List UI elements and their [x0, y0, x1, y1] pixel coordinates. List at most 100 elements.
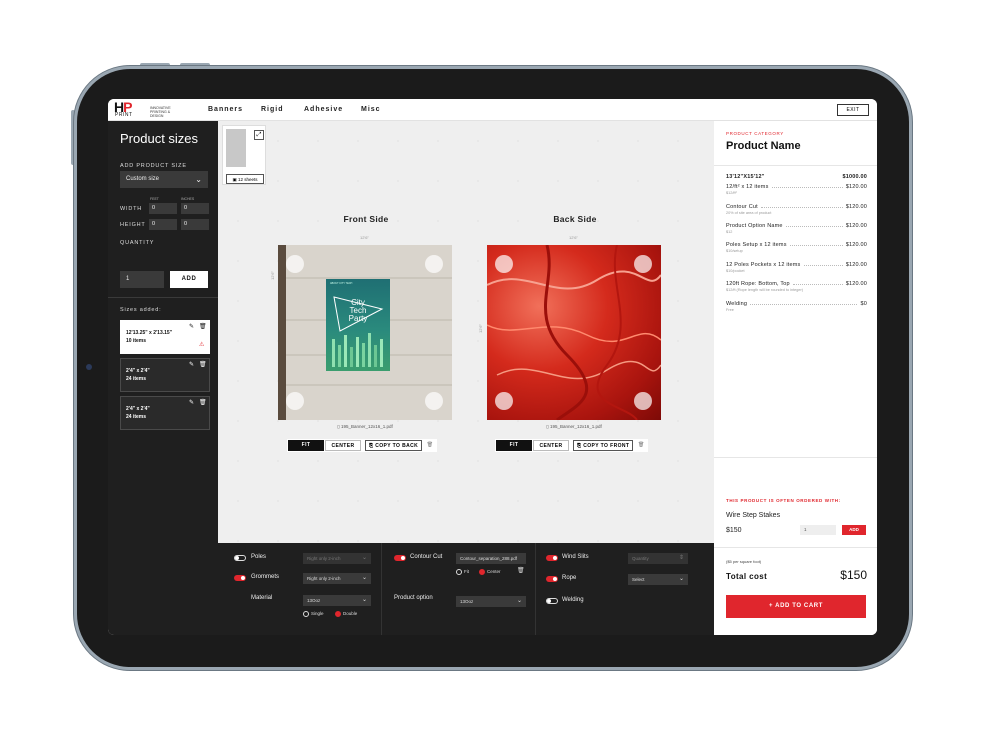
trash-icon[interactable]: 🗑 [199, 323, 207, 330]
rope-select[interactable]: Select ⌄ [628, 574, 688, 585]
sizes-added-label: Sizes added: [120, 307, 162, 313]
line-note: $12/ft (Rope length will be rounded to i… [726, 288, 804, 292]
wind-slits-quantity[interactable]: Quantity ⇕ [628, 553, 688, 564]
size-card[interactable]: 12'13.25" x 2'13.15" 10 items ✎ 🗑 ⚠ [120, 320, 210, 354]
center-radio[interactable]: Center [479, 569, 501, 575]
quantity-placeholder: Quantity [632, 556, 649, 561]
edit-icon[interactable]: ✎ [189, 361, 194, 368]
logo-tagline: INNOVATIVE PRINTING & DESIGN [150, 106, 171, 118]
size-card[interactable]: 2'4" x 2'4" 24 items ✎ 🗑 [120, 396, 210, 430]
trash-icon[interactable]: 🗑 [517, 567, 525, 574]
grommet-marker[interactable] [286, 392, 304, 410]
front-artwork[interactable]: ABOUT CITY TECH City Tech Party [278, 245, 452, 420]
material-select[interactable]: 13Ooz ⌄ [303, 595, 371, 606]
height-feet-input[interactable]: 0 [149, 219, 177, 230]
line-name: Contour Cut [726, 204, 758, 210]
grommet-marker[interactable] [634, 392, 652, 410]
quantity-label: QUANTITY [120, 240, 155, 246]
line-note: $12 [726, 230, 733, 234]
sheet-thumbnail[interactable]: ⤢ ▣ 12 sheets [222, 125, 266, 185]
logo[interactable]: HP PRINT INNOVATIVE PRINTING & DESIGN [114, 99, 171, 119]
product-option-select[interactable]: 13Ooz ⌄ [456, 596, 526, 607]
camera-dot [86, 364, 92, 370]
radio-icon [303, 611, 309, 617]
material-select-value: 13Ooz [307, 598, 321, 603]
center-button[interactable]: CENTER [533, 440, 569, 451]
inches-label: INCHES [181, 197, 195, 201]
trash-icon[interactable]: 🗑 [199, 361, 207, 368]
size-select[interactable]: Custom size ⌄ [120, 171, 208, 188]
grommet-marker[interactable] [425, 392, 443, 410]
poles-toggle[interactable] [234, 555, 246, 561]
per-square-foot: ($5 per square foot) [726, 559, 762, 564]
back-width-dim: 12'6" [569, 235, 578, 240]
exit-button[interactable]: EXIT [837, 104, 869, 116]
center-button[interactable]: CENTER [325, 440, 361, 451]
total-label: Total cost [726, 572, 768, 581]
fit-radio[interactable]: Fit [456, 569, 469, 575]
double-label: Double [343, 611, 358, 617]
poles-select[interactable]: Right only 2-inch ⌄ [303, 553, 371, 564]
fit-label: Fit [464, 569, 469, 575]
wind-slits-toggle[interactable] [546, 555, 558, 561]
product-sizes-panel: Product sizes ADD PRODUCT SIZE Custom si… [108, 121, 218, 635]
trash-icon[interactable]: 🗑 [635, 440, 647, 451]
copy-to-front-button[interactable]: ⎘ COPY TO FRONT [573, 440, 634, 451]
edit-icon[interactable]: ✎ [189, 323, 194, 330]
line-item: Contour Cut $120.00 20% of site area of pr… [726, 204, 867, 215]
contour-toggle[interactable] [394, 555, 406, 561]
design-canvas: ⤢ ▣ 12 sheets Front Side Back Side 12'6"… [218, 121, 714, 543]
front-file-name: 195_Banner_12x16_1.pdf [340, 424, 393, 429]
options-column: Wind Slits Quantity ⇕ Rope Select ⌄ Weldin… [536, 543, 714, 635]
width-inches-input[interactable]: 0 [181, 203, 209, 214]
feet-label: FEET [150, 197, 159, 201]
grommet-marker[interactable] [495, 392, 513, 410]
nav-rigid[interactable]: Rigid [261, 106, 284, 113]
trash-icon[interactable]: 🗑 [424, 440, 436, 451]
upsell-add-button[interactable]: ADD [842, 525, 866, 535]
grommet-marker[interactable] [425, 255, 443, 273]
poster: ABOUT CITY TECH City Tech Party [326, 279, 390, 371]
grommets-toggle[interactable] [234, 575, 246, 581]
fit-button[interactable]: FIT [496, 440, 532, 451]
grommet-marker[interactable] [495, 255, 513, 273]
fit-button[interactable]: FIT [288, 440, 324, 451]
size-card[interactable]: 2'4" x 2'4" 24 items ✎ 🗑 [120, 358, 210, 392]
single-radio[interactable]: Single [303, 611, 324, 617]
add-size-button[interactable]: ADD [170, 271, 208, 288]
back-controls: FIT CENTER ⎘ COPY TO FRONT 🗑 [495, 439, 649, 452]
center-label: Center [487, 569, 501, 575]
grommet-marker[interactable] [634, 255, 652, 273]
back-artwork[interactable] [487, 245, 661, 420]
copy-to-back-button[interactable]: ⎘ COPY TO BACK [365, 440, 423, 451]
front-height-dim: 12'6" [269, 271, 275, 280]
add-to-cart-button[interactable]: + ADD TO CART [726, 595, 866, 618]
expand-icon[interactable]: ⤢ [254, 130, 264, 140]
product-option-value: 13Ooz [460, 599, 474, 604]
size-items: 10 items [126, 338, 147, 344]
chevron-down-icon: ⌄ [361, 555, 367, 561]
nav-misc[interactable]: Misc [361, 106, 381, 113]
grommets-select-value: Right only 2-inch [307, 576, 341, 581]
size-items: 24 items [126, 414, 147, 420]
welding-toggle[interactable] [546, 598, 558, 604]
edit-icon[interactable]: ✎ [189, 399, 194, 406]
back-height-dim: 12'6" [477, 324, 483, 333]
width-feet-input[interactable]: 0 [149, 203, 177, 214]
front-width-dim: 12'6" [360, 235, 369, 240]
back-file: ▯ 195_Banner_12x16_1.pdf [546, 424, 602, 429]
nav-adhesive[interactable]: Adhesive [304, 106, 343, 113]
height-inches-input[interactable]: 0 [181, 219, 209, 230]
trash-icon[interactable]: 🗑 [199, 399, 207, 406]
grommet-marker[interactable] [286, 255, 304, 273]
nav-banners[interactable]: Banners [208, 106, 243, 113]
grommets-select[interactable]: Right only 2-inch ⌄ [303, 573, 371, 584]
rope-toggle[interactable] [546, 576, 558, 582]
size-dims: 2'4" x 2'4" [126, 368, 150, 374]
contour-file-select[interactable]: Contour_separation_288.pdf [456, 553, 526, 564]
quantity-input[interactable]: 1 [120, 271, 164, 288]
upsell-quantity-input[interactable]: 1 [800, 525, 836, 535]
double-radio[interactable]: Double [335, 611, 357, 617]
poster-graphic [332, 296, 384, 367]
upsell-name: Wire Step Stakes [726, 512, 781, 519]
